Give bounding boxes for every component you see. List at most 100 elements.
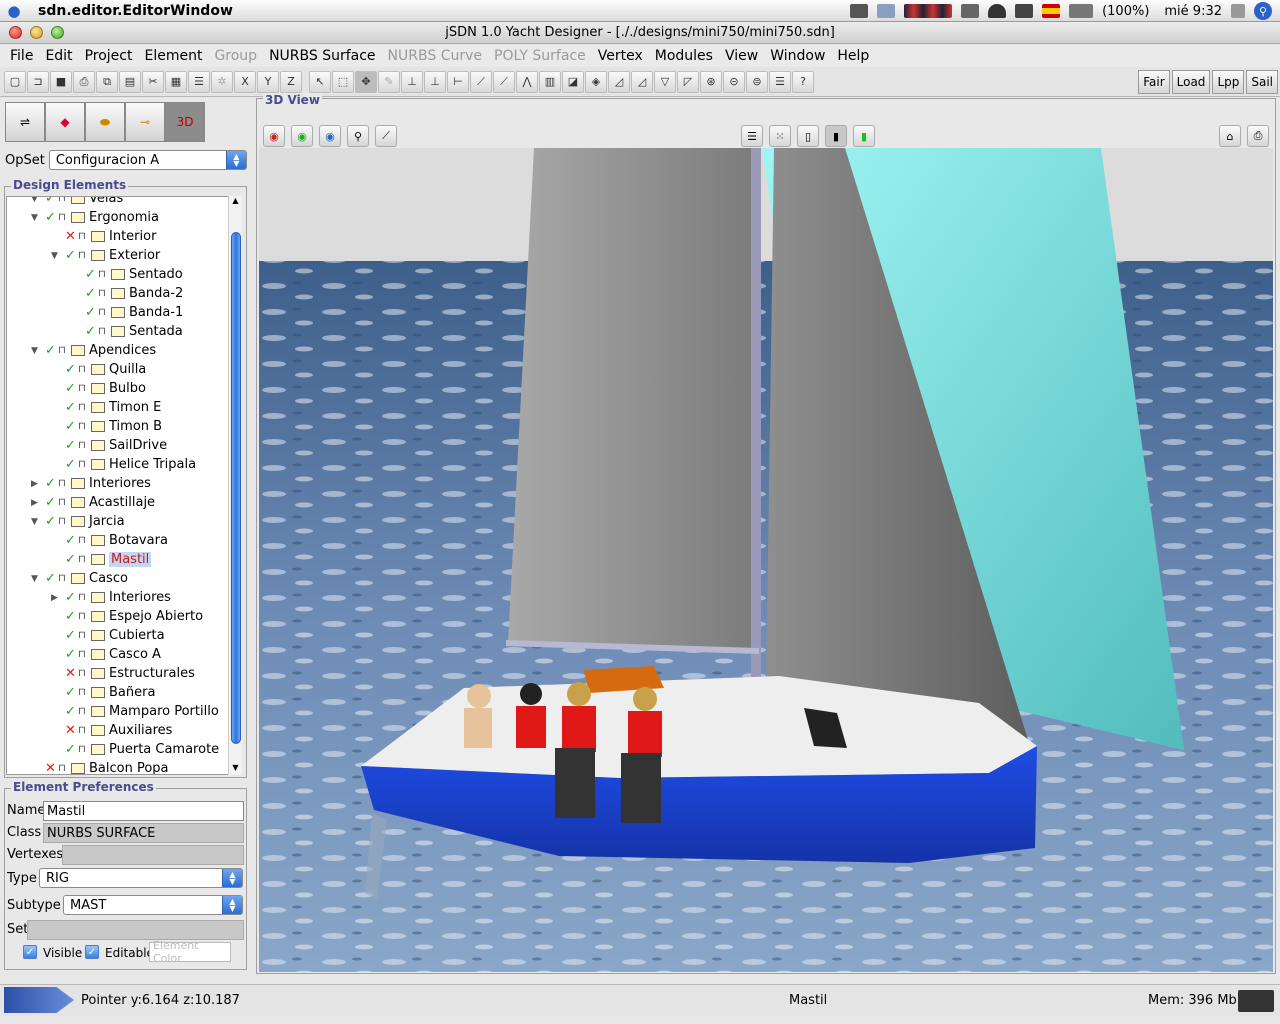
visible-check-icon[interactable]: ✓ bbox=[65, 419, 77, 434]
hidden-x-icon[interactable]: ✕ bbox=[65, 666, 77, 681]
copy-icon[interactable]: ⧉ bbox=[96, 70, 118, 93]
tree-item-puerta-camarote[interactable]: ✓ ⊓ Puerta Camarote bbox=[51, 740, 219, 759]
menu-help[interactable]: Help bbox=[831, 48, 875, 64]
lock-icon[interactable]: ⊓ bbox=[78, 668, 89, 680]
tree-item-interiores[interactable]: ▶ ✓ ⊓ Interiores bbox=[31, 474, 151, 493]
menu-nurbs-surface[interactable]: NURBS Surface bbox=[263, 48, 381, 64]
tree-item-timon-b[interactable]: ✓ ⊓ Timon B bbox=[51, 417, 162, 436]
volume-icon[interactable] bbox=[1015, 4, 1034, 18]
visible-check-icon[interactable]: ✓ bbox=[85, 324, 97, 339]
vertex-diag-icon[interactable]: ⟋ bbox=[470, 70, 492, 93]
paste-icon[interactable]: ▤ bbox=[119, 70, 141, 93]
load-button[interactable]: Load bbox=[1171, 70, 1211, 94]
vertex-connect-icon[interactable]: ⟋ bbox=[493, 70, 515, 93]
visible-check-icon[interactable]: ✓ bbox=[45, 476, 57, 491]
expanded-triangle-icon[interactable]: ▼ bbox=[31, 346, 41, 356]
surface-curve-1-icon[interactable]: ◿ bbox=[608, 70, 630, 93]
scroll-up-icon[interactable]: ▲ bbox=[229, 196, 242, 208]
hidden-x-icon[interactable]: ✕ bbox=[65, 723, 77, 738]
tree-item-interiores[interactable]: ▶ ✓ ⊓ Interiores bbox=[51, 588, 171, 607]
mode-2d-3d-icon[interactable]: ⇌ bbox=[5, 102, 45, 142]
surface-extrude-icon[interactable]: ◈ bbox=[585, 70, 607, 93]
lock-icon[interactable]: ⊓ bbox=[78, 383, 89, 395]
surface-grid-icon[interactable]: ▥ bbox=[539, 70, 561, 93]
lock-icon[interactable]: ⊓ bbox=[78, 592, 89, 604]
tree-item-velas[interactable]: ▼ ✓ ⊓ Velas bbox=[31, 197, 123, 208]
visible-check-icon[interactable]: ✓ bbox=[65, 628, 77, 643]
script-icon[interactable] bbox=[877, 4, 896, 18]
lock-icon[interactable]: ⊓ bbox=[58, 345, 69, 357]
wifi-icon[interactable] bbox=[988, 4, 1007, 18]
menu-nurbs-curve[interactable]: NURBS Curve bbox=[382, 48, 488, 64]
menu-file[interactable]: File bbox=[4, 48, 39, 64]
visible-check-icon[interactable]: ✓ bbox=[45, 571, 57, 586]
lock-icon[interactable]: ⊓ bbox=[78, 250, 89, 262]
3d-scene[interactable] bbox=[259, 148, 1273, 972]
wireframe-view-icon[interactable]: ▯ bbox=[797, 125, 819, 147]
hidden-x-icon[interactable]: ✕ bbox=[45, 761, 57, 774]
visible-check-icon[interactable]: ✓ bbox=[65, 685, 77, 700]
hidden-x-icon[interactable]: ✕ bbox=[65, 229, 77, 244]
set-field[interactable] bbox=[27, 920, 244, 940]
lock-icon[interactable]: ⊓ bbox=[78, 687, 89, 699]
name-field[interactable]: Mastil bbox=[43, 801, 244, 821]
color-view-icon[interactable]: ▮ bbox=[853, 125, 875, 147]
opset-select[interactable]: Configuracion A ▲ ▼ bbox=[48, 150, 247, 170]
type-select[interactable]: RIG ▲ ▼ bbox=[39, 868, 243, 888]
apple-menu-icon[interactable]: ● bbox=[0, 0, 28, 22]
os-app-name[interactable]: sdn.editor.EditorWindow bbox=[38, 3, 233, 19]
delete-icon[interactable]: ▦ bbox=[165, 70, 187, 93]
menu-element[interactable]: Element bbox=[138, 48, 208, 64]
globe-pan-icon[interactable]: ◉ bbox=[319, 125, 341, 147]
visible-check-icon[interactable]: ✓ bbox=[45, 210, 57, 225]
mode-section-icon[interactable]: ◆ bbox=[45, 102, 85, 142]
mode-3d-icon[interactable]: 3D bbox=[165, 102, 205, 142]
lock-icon[interactable]: ⊓ bbox=[78, 725, 89, 737]
surface-offset-icon[interactable]: ⊝ bbox=[723, 70, 745, 93]
mode-plan-icon[interactable]: ⬬ bbox=[85, 102, 125, 142]
tree-item-auxiliares[interactable]: ✕ ⊓ Auxiliares bbox=[51, 721, 172, 740]
shade-render-icon[interactable]: ◉ bbox=[263, 125, 285, 147]
tree-item-quilla[interactable]: ✓ ⊓ Quilla bbox=[51, 360, 146, 379]
surface-curve-3-icon[interactable]: ▽ bbox=[654, 70, 676, 93]
vertex-join-icon[interactable]: ⋀ bbox=[516, 70, 538, 93]
visible-check-icon[interactable]: ✓ bbox=[85, 305, 97, 320]
network-icon[interactable] bbox=[1231, 4, 1245, 18]
tree-scrollbar[interactable]: ▲ ▼ bbox=[228, 196, 242, 775]
visible-checkbox[interactable]: ✓ bbox=[23, 945, 37, 959]
tree-item-mastil[interactable]: ✓ ⊓ Mastil bbox=[51, 550, 152, 569]
lock-icon[interactable]: ⊓ bbox=[78, 459, 89, 471]
spotlight-icon[interactable]: ⚲ bbox=[1254, 2, 1272, 20]
menu-vertex[interactable]: Vertex bbox=[592, 48, 649, 64]
tree-item-helice-tripala[interactable]: ✓ ⊓ Helice Tripala bbox=[51, 455, 196, 474]
cut-icon[interactable]: ✂ bbox=[142, 70, 164, 93]
tree-item-interior[interactable]: ✕ ⊓ Interior bbox=[51, 227, 156, 246]
visible-check-icon[interactable]: ✓ bbox=[85, 286, 97, 301]
expanded-triangle-icon[interactable]: ▼ bbox=[31, 574, 41, 584]
collapsed-triangle-icon[interactable]: ▶ bbox=[51, 593, 61, 603]
points-view-icon[interactable]: ⁙ bbox=[769, 125, 791, 147]
mode-profile-icon[interactable]: ⊸ bbox=[125, 102, 165, 142]
lock-icon[interactable]: ⊓ bbox=[78, 402, 89, 414]
visible-check-icon[interactable]: ✓ bbox=[65, 590, 77, 605]
tree-item-espejo-abierto[interactable]: ✓ ⊓ Espejo Abierto bbox=[51, 607, 203, 626]
tree-item-botavara[interactable]: ✓ ⊓ Botavara bbox=[51, 531, 168, 550]
tree-item-banda-2[interactable]: ✓ ⊓ Banda-2 bbox=[71, 284, 183, 303]
lock-icon[interactable]: ⊓ bbox=[98, 269, 109, 281]
lock-icon[interactable]: ⊓ bbox=[78, 554, 89, 566]
globe-rotate-icon[interactable]: ◉ bbox=[291, 125, 313, 147]
lock-icon[interactable]: ⊓ bbox=[58, 573, 69, 585]
tree-scroll-thumb[interactable] bbox=[231, 232, 241, 744]
fair-button[interactable]: Fair bbox=[1138, 70, 1170, 94]
element-color-button[interactable]: Element Color bbox=[149, 939, 231, 965]
move-tool-icon[interactable]: ✥ bbox=[355, 70, 377, 93]
lock-icon[interactable]: ⊓ bbox=[78, 630, 89, 642]
subtype-select[interactable]: MAST ▲ ▼ bbox=[63, 895, 243, 915]
collapsed-triangle-icon[interactable]: ▶ bbox=[31, 498, 41, 508]
vertex-axis-icon[interactable]: ⊥ bbox=[424, 70, 446, 93]
print-icon[interactable]: ⎙ bbox=[73, 70, 95, 93]
lpp-button[interactable]: Lpp bbox=[1212, 70, 1245, 94]
tree-item-balcon-popa[interactable]: ✕ ⊓ Balcon Popa bbox=[31, 759, 169, 774]
lock-icon[interactable]: ⊓ bbox=[78, 611, 89, 623]
lock-icon[interactable]: ⊓ bbox=[98, 326, 109, 338]
